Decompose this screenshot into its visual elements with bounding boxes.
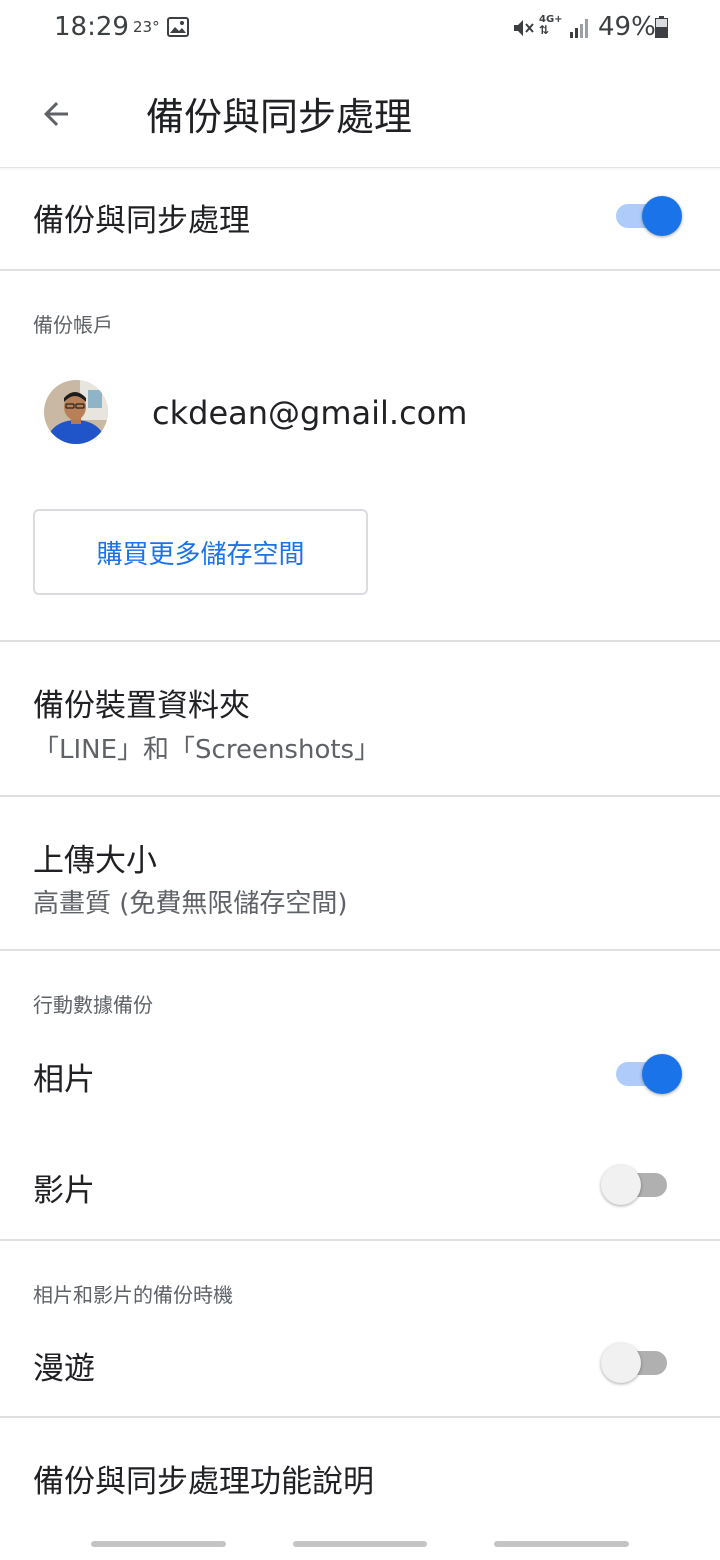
status-time: 18:29 bbox=[54, 12, 129, 42]
device-folders-title: 備份裝置資料夾 bbox=[33, 688, 250, 724]
buy-storage-button[interactable]: 購買更多儲存空間 bbox=[33, 509, 368, 595]
divider bbox=[0, 640, 720, 642]
roaming-label: 漫遊 bbox=[33, 1351, 95, 1387]
device-folders-subtitle: 「LINE」和「Screenshots」 bbox=[33, 735, 381, 765]
status-bar: 18:29 23° 4G+ ⇅ 49% bbox=[0, 0, 720, 58]
backup-sync-label: 備份與同步處理 bbox=[33, 203, 250, 239]
toggle-thumb bbox=[601, 1165, 641, 1205]
divider bbox=[0, 1416, 720, 1418]
nav-home-bar[interactable] bbox=[293, 1541, 427, 1547]
avatar bbox=[44, 380, 108, 444]
nav-back-bar[interactable] bbox=[494, 1541, 629, 1547]
upload-size-subtitle: 高畫質 (免費無限儲存空間) bbox=[33, 889, 348, 919]
mute-icon bbox=[514, 20, 534, 36]
network-indicator: 4G+ ⇅ bbox=[539, 14, 563, 36]
status-temperature: 23° bbox=[133, 18, 160, 36]
account-email: ckdean@gmail.com bbox=[152, 394, 468, 432]
backup-timing-heading: 相片和影片的備份時機 bbox=[33, 1283, 233, 1307]
upload-size-title: 上傳大小 bbox=[33, 843, 157, 879]
videos-label: 影片 bbox=[33, 1173, 95, 1209]
signal-icon bbox=[570, 19, 588, 38]
roaming-toggle[interactable] bbox=[601, 1339, 667, 1383]
photos-toggle[interactable] bbox=[616, 1050, 682, 1094]
battery-icon bbox=[655, 16, 668, 38]
back-button[interactable] bbox=[30, 88, 82, 140]
photos-label: 相片 bbox=[33, 1062, 95, 1098]
battery-percent: 49% bbox=[598, 12, 656, 42]
arrow-back-icon bbox=[44, 102, 68, 126]
mobile-data-heading: 行動數據備份 bbox=[33, 993, 153, 1017]
backup-sync-toggle[interactable] bbox=[616, 192, 682, 236]
app-bar: 備份與同步處理 bbox=[0, 58, 720, 168]
help-link[interactable]: 備份與同步處理功能說明 bbox=[33, 1456, 374, 1501]
photo-icon bbox=[167, 17, 189, 37]
toggle-thumb bbox=[642, 196, 682, 236]
divider bbox=[0, 949, 720, 951]
page-title: 備份與同步處理 bbox=[146, 95, 413, 139]
videos-toggle[interactable] bbox=[601, 1161, 667, 1205]
avatar-photo bbox=[44, 380, 108, 444]
toggle-thumb bbox=[642, 1054, 682, 1094]
divider bbox=[0, 1239, 720, 1241]
divider bbox=[0, 269, 720, 271]
network-arrows: ⇅ bbox=[539, 23, 550, 37]
nav-recents-bar[interactable] bbox=[91, 1541, 226, 1547]
divider bbox=[0, 795, 720, 797]
toggle-thumb bbox=[601, 1343, 641, 1383]
account-section-heading: 備份帳戶 bbox=[33, 313, 113, 337]
